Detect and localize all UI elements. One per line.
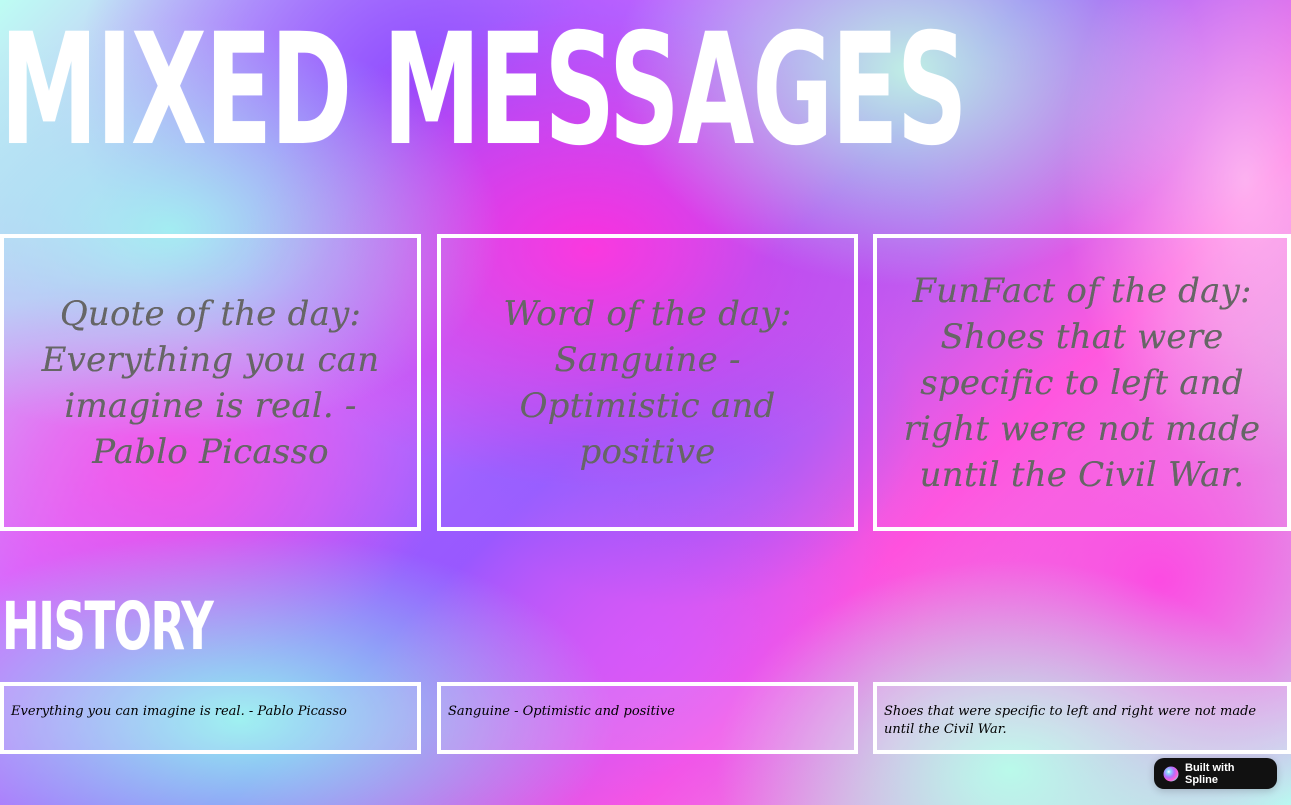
funfact-card: FunFact of the day: Shoes that were spec… <box>873 234 1291 531</box>
word-card-text: Sanguine - Optimistic and positive <box>519 339 776 472</box>
quote-card-text: Everything you can imagine is real. - Pa… <box>41 339 380 472</box>
word-card: Word of the day: Sanguine - Optimistic a… <box>437 234 858 531</box>
word-card-content: Word of the day: Sanguine - Optimistic a… <box>441 291 854 475</box>
history-item-word: Sanguine - Optimistic and positive <box>437 682 858 754</box>
quote-card: Quote of the day: Everything you can ima… <box>0 234 421 531</box>
funfact-card-content: FunFact of the day: Shoes that were spec… <box>877 268 1287 498</box>
word-card-label: Word of the day: <box>503 293 792 334</box>
history-item-funfact: Shoes that were specific to left and rig… <box>873 682 1291 754</box>
quote-card-label: Quote of the day: <box>59 293 362 334</box>
history-title: HISTORY <box>2 588 214 665</box>
built-with-spline-label: Built with Spline <box>1185 761 1235 786</box>
funfact-card-label: FunFact of the day: <box>912 270 1252 311</box>
funfact-card-text: Shoes that were specific to left and rig… <box>903 316 1261 495</box>
history-item-quote: Everything you can imagine is real. - Pa… <box>0 682 421 754</box>
built-with-spline-badge[interactable]: Built with Spline <box>1154 758 1277 789</box>
spline-logo-icon <box>1163 766 1179 781</box>
page-title: MIXED MESSAGES <box>0 1 968 180</box>
quote-card-content: Quote of the day: Everything you can ima… <box>4 291 417 475</box>
